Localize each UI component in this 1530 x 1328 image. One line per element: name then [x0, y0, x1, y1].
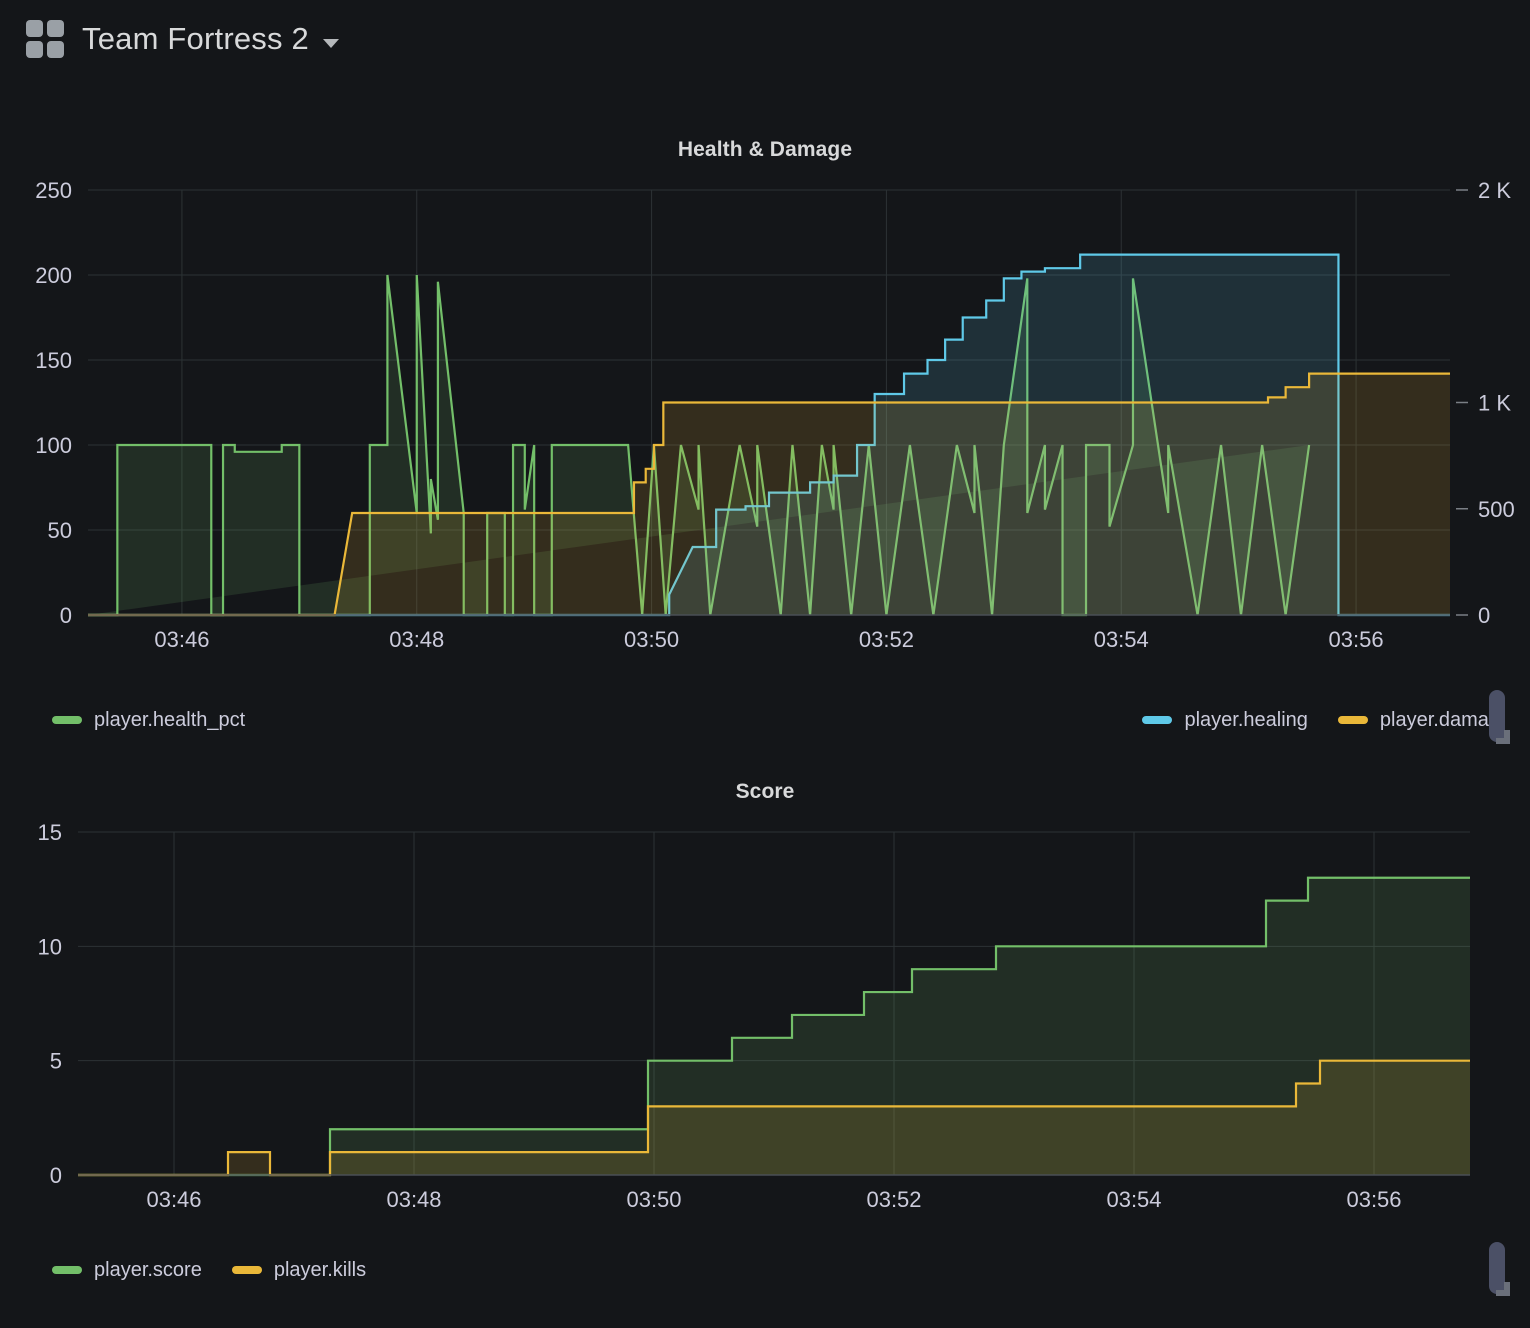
- legend-color-swatch: [1142, 716, 1173, 724]
- page-title: Team Fortress 2: [82, 21, 309, 56]
- y-axis-tick-label: 250: [35, 178, 72, 203]
- y-axis-tick-label: 200: [35, 263, 72, 288]
- legend-item-healing[interactable]: player.healing: [1142, 708, 1308, 732]
- x-axis-tick-label: 03:54: [1094, 627, 1149, 652]
- x-axis-tick-label: 03:54: [1106, 1187, 1161, 1212]
- panel-title: Score: [735, 780, 795, 803]
- grid-icon: [26, 20, 64, 58]
- y-axis-tick-label: 5: [50, 1049, 62, 1074]
- y-axis-tick-label: 50: [48, 518, 72, 543]
- y-axis-tick-label: 100: [35, 433, 72, 458]
- legend-color-swatch: [1337, 716, 1368, 724]
- legend-score: player.score player.kills: [0, 1250, 1530, 1290]
- legend-item-label: player.kills: [273, 1258, 367, 1281]
- legend-item-label: player.healing: [1184, 708, 1308, 731]
- dashboard-root: Team Fortress 2 Health & Damage 0 50 100 15…: [0, 0, 1530, 1328]
- y-axis-tick-label: 150: [35, 348, 72, 373]
- x-axis-tick-label: 03:48: [389, 627, 444, 652]
- legend-item-label: player.health_pct: [94, 708, 246, 731]
- x-axis-tick-label: 03:50: [624, 627, 679, 652]
- y-axis-right-tick-label: 500: [1478, 497, 1515, 522]
- legend-group-left: player.health_pct: [52, 709, 245, 732]
- panel-resize-handle[interactable]: [1494, 728, 1510, 744]
- y-axis-right-tick-label: 0: [1478, 603, 1490, 628]
- legend-health-and-damage: player.health_pct player.healing player.…: [0, 700, 1530, 740]
- x-axis-tick-label: 03:46: [146, 1187, 201, 1212]
- top-navigation-bar: Team Fortress 2: [0, 0, 1530, 78]
- legend-item-health-pct[interactable]: player.health_pct: [52, 709, 245, 732]
- y-axis-tick-label: 15: [38, 820, 62, 845]
- x-axis-tick-label: 03:52: [859, 627, 914, 652]
- legend-item-damage[interactable]: player.damag: [1337, 708, 1500, 732]
- panel-score: Score 0 5 10 15 03:46 03:48 03:50 03:52 03:54 03:…: [0, 760, 1530, 1320]
- score-plot: 0 5 10 15 03:46 03:48 03:50 03:52 03:54 03:56: [38, 820, 1470, 1212]
- y-axis-tick-label: 0: [60, 603, 72, 628]
- panel-health-and-damage: Health & Damage 0 50 100 150 200 250 0 500 1 K 2 …: [0, 110, 1530, 750]
- y-axis-tick-label: 0: [50, 1163, 62, 1188]
- health-damage-plot: 0 50 100 150 200 250 0 500 1 K 2 K 03:46 03:48 03:50…: [35, 178, 1515, 652]
- legend-item-score[interactable]: player.score: [52, 1259, 202, 1282]
- legend-color-swatch: [52, 716, 82, 724]
- legend-color-swatch: [52, 1266, 82, 1274]
- chevron-down-icon[interactable]: [322, 38, 339, 48]
- x-axis-tick-label: 03:46: [154, 627, 209, 652]
- x-axis-tick-label: 03:56: [1329, 627, 1384, 652]
- y-axis-right-tick-label: 1 K: [1478, 391, 1511, 416]
- chart-score: 0 5 10 15 03:46 03:48 03:50 03:52 03:54 03:56: [0, 804, 1530, 1244]
- y-axis-tick-label: 10: [38, 934, 62, 959]
- legend-item-label: player.score: [94, 1258, 202, 1281]
- x-axis-tick-label: 03:52: [866, 1187, 921, 1212]
- panel-title: Health & Damage: [677, 138, 853, 161]
- x-axis-tick-label: 03:56: [1346, 1187, 1401, 1212]
- legend-group-right: player.healing player.damag: [1142, 709, 1500, 732]
- x-axis-tick-label: 03:48: [386, 1187, 441, 1212]
- legend-item-label: player.damag: [1379, 708, 1500, 731]
- legend-group-left: player.score player.kills: [52, 1259, 366, 1282]
- legend-item-kills[interactable]: player.kills: [231, 1258, 367, 1282]
- legend-color-swatch: [231, 1266, 262, 1274]
- x-axis-tick-label: 03:50: [626, 1187, 681, 1212]
- y-axis-right-tick-label: 2 K: [1478, 178, 1511, 203]
- panel-resize-handle[interactable]: [1494, 1280, 1510, 1296]
- chart-health-and-damage: 0 50 100 150 200 250 0 500 1 K 2 K 03:46 03:48 03:50…: [0, 162, 1530, 672]
